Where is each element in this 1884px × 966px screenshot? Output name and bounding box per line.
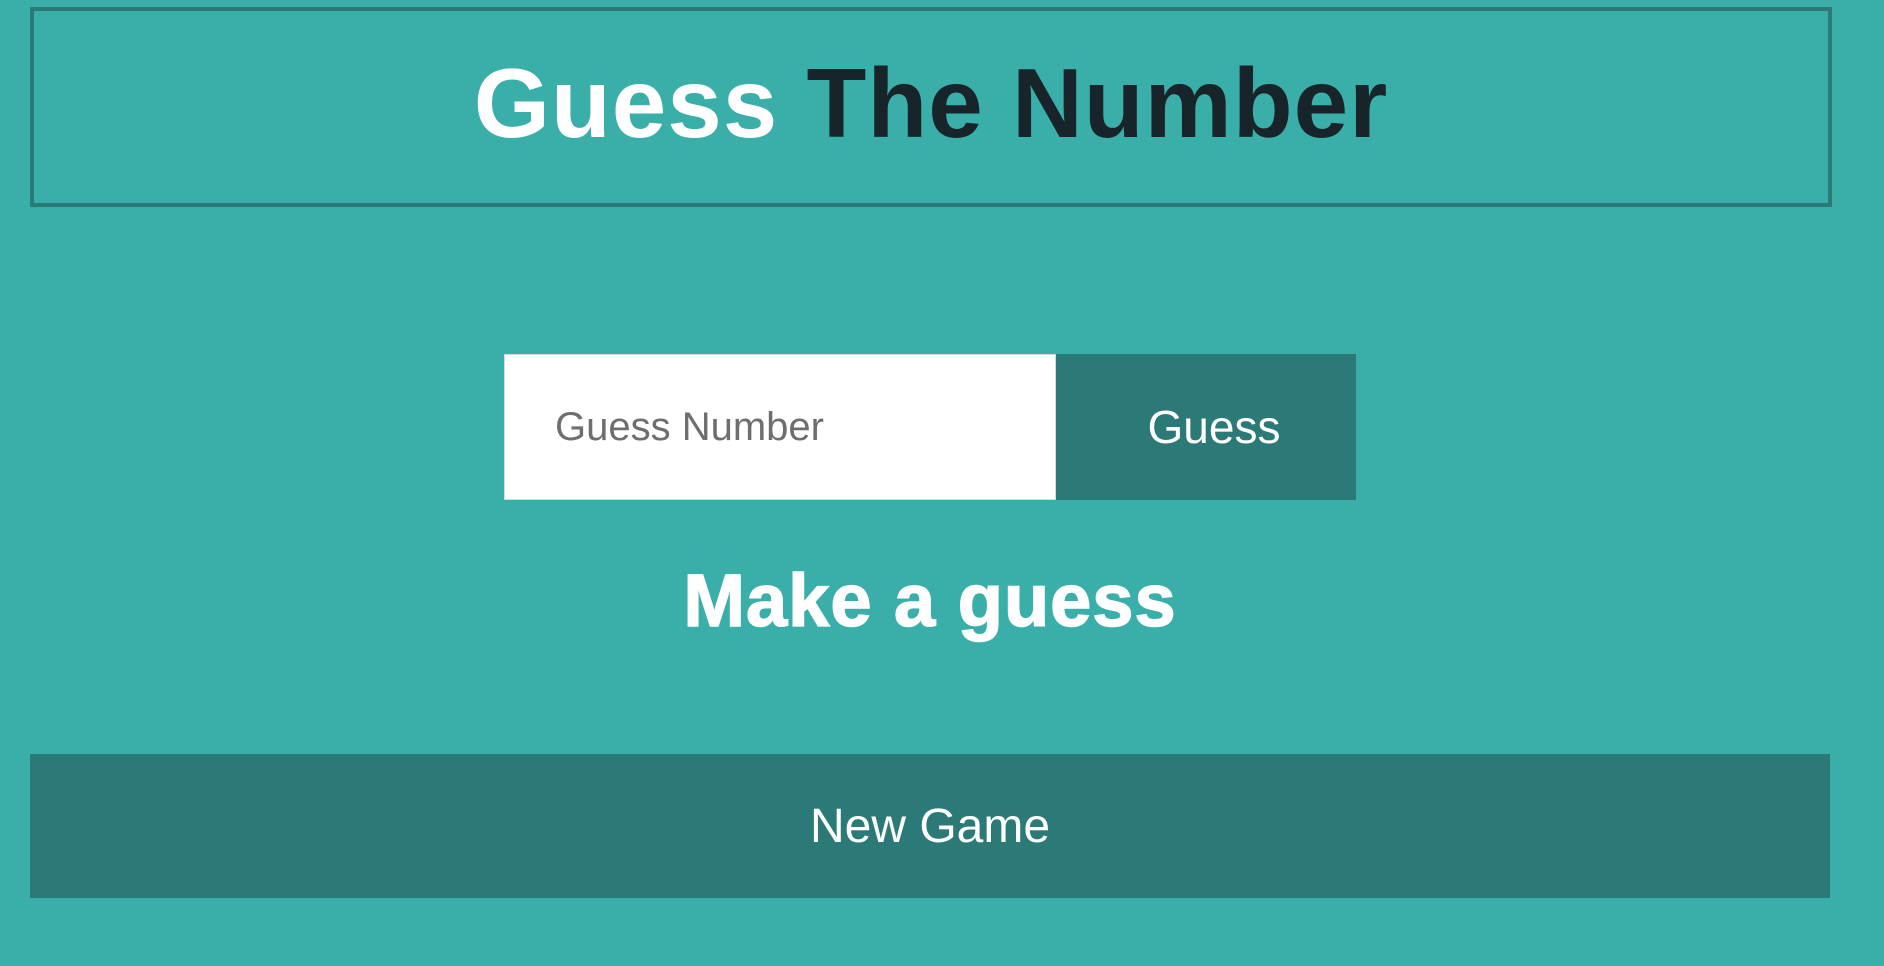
page-title-the-number: The Number	[806, 48, 1389, 158]
guess-form: Guess	[504, 354, 1356, 500]
guess-button[interactable]: Guess	[1056, 354, 1356, 500]
page-title: Guess The Number	[474, 54, 1389, 152]
header: Guess The Number	[30, 7, 1832, 207]
page-title-guess: Guess	[473, 48, 779, 158]
guess-number-input[interactable]	[504, 354, 1056, 500]
status-message: Make a guess	[683, 559, 1177, 642]
new-game-button[interactable]: New Game	[30, 754, 1830, 898]
